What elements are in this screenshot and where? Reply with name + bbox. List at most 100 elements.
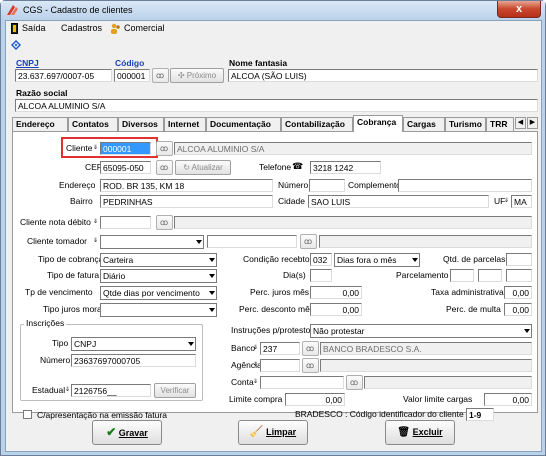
perc-juros-label: Perc. juros mês — [250, 287, 310, 297]
check-icon: ✔ — [106, 425, 117, 439]
door-icon — [11, 23, 18, 34]
bairro-field[interactable]: PEDRINHAS — [100, 195, 273, 208]
tab-scroll-left-button[interactable]: ◀ — [515, 117, 526, 129]
limite-compra-field[interactable]: 0,00 — [285, 393, 345, 406]
search-agencia-button[interactable]: ꝏ — [302, 358, 319, 373]
chevron-down-icon — [524, 329, 530, 333]
razao-field[interactable]: ALCOA ALUMINIO S/A — [15, 99, 538, 112]
tomador-code-field[interactable] — [207, 235, 297, 248]
gravar-button[interactable]: ✔ Gravar — [92, 420, 162, 445]
telefone-label: Telefone — [259, 162, 292, 172]
excluir-label: Excluir — [412, 427, 443, 437]
tab-cargas[interactable]: Cargas — [403, 117, 445, 131]
tipo-juros-select[interactable] — [100, 303, 217, 317]
sort-icon: ⇓ — [504, 198, 510, 204]
close-button[interactable]: x — [497, 1, 541, 18]
app-logo-icon — [7, 5, 18, 15]
codigo-field[interactable]: 000001 — [114, 69, 150, 82]
apresentacao-checkbox[interactable] — [23, 410, 32, 419]
tab-scroll-right-button[interactable]: ▶ — [527, 117, 538, 129]
dias-field[interactable] — [310, 269, 332, 282]
fantasia-label: Nome fantasia — [229, 58, 288, 68]
tipo-fatura-select[interactable]: Diário — [100, 269, 217, 283]
valor-limite-field[interactable]: 0,00 — [484, 393, 532, 406]
sort-icon: ⇓ — [253, 345, 259, 351]
agencia-field[interactable] — [260, 359, 300, 372]
telefone-field[interactable]: 3218 1242 — [310, 161, 381, 174]
excluir-button[interactable]: 🗑 Excluir — [385, 420, 455, 445]
menu-comercial[interactable]: Comercial — [124, 23, 165, 33]
estadual-field[interactable]: 2126756__ — [71, 384, 151, 397]
banco-label: Banco — [231, 343, 256, 353]
search-conta-button[interactable]: ꝏ — [346, 375, 363, 390]
window-title: CGS - Cadastro de clientes — [23, 5, 133, 15]
instrucoes-select[interactable]: Não protestar — [310, 324, 532, 338]
search-tomador-button[interactable]: ꝏ — [300, 234, 317, 249]
bradesco-field[interactable]: 1-9 — [466, 408, 494, 421]
cnpj-label[interactable]: CNPJ — [16, 58, 39, 68]
endereco-field[interactable]: ROD. BR 135, KM 18 — [100, 179, 273, 192]
tab-documentacao[interactable]: Documentação — [206, 117, 281, 131]
chevron-down-icon — [188, 342, 194, 346]
tipo-cobranca-value: Carteira — [103, 255, 134, 265]
banco-code-field[interactable]: 237 — [260, 342, 300, 355]
condicao-code-field[interactable]: 032 — [310, 253, 332, 266]
parcelamento-field-1[interactable] — [450, 269, 474, 282]
tipo-cobranca-select[interactable]: Carteira — [100, 253, 217, 267]
verificar-button[interactable]: Verificar — [154, 383, 196, 398]
tab-internet[interactable]: Internet — [164, 117, 206, 131]
cnpj-field[interactable]: 23.637.697/0007-05 — [15, 69, 112, 82]
numero-field[interactable] — [309, 179, 345, 192]
uf-field[interactable]: MA — [511, 195, 532, 208]
taxa-adm-field[interactable]: 0,00 — [504, 286, 532, 299]
cidade-field[interactable]: SAO LUIS — [308, 195, 489, 208]
tab-contabilizacao[interactable]: Contabilização — [281, 117, 353, 131]
search-banco-button[interactable]: ꝏ — [302, 341, 319, 356]
chevron-down-icon — [209, 308, 215, 312]
plus-icon: ✣ — [177, 71, 187, 80]
tab-contatos[interactable]: Contatos — [68, 117, 118, 131]
client-area: Saída Cadastros Comercial CNPJ 23.637.69… — [5, 20, 542, 452]
search-codigo-button[interactable]: ꝏ — [152, 68, 169, 83]
proximo-label: Próximo — [186, 71, 217, 80]
search-cep-button[interactable]: ꝏ — [156, 160, 173, 175]
complemento-field[interactable] — [398, 179, 532, 192]
atualizar-button[interactable]: ↻ Atualizar — [175, 160, 231, 175]
menu-saida[interactable]: Saída — [22, 23, 46, 33]
perc-multa-field[interactable]: 0,00 — [504, 303, 532, 316]
proximo-button[interactable]: ✣ Próximo — [170, 68, 224, 83]
perc-juros-field[interactable]: 0,00 — [310, 286, 362, 299]
search-nota-debito-button[interactable]: ꝏ — [156, 215, 173, 230]
perc-desconto-field[interactable]: 0,00 — [310, 303, 362, 316]
tomador-tipo-select[interactable] — [100, 235, 204, 249]
sort-icon: ⇓ — [253, 379, 259, 385]
instrucoes-value: Não protestar — [313, 326, 365, 336]
condicao-label: Condição recebto — [243, 254, 310, 264]
condicao-select[interactable]: Dias fora o mês — [334, 253, 420, 267]
tab-cobranca[interactable]: Cobrança — [353, 115, 403, 132]
sort-icon: ⇓ — [253, 362, 259, 368]
tipo-insc-select[interactable]: CNPJ — [71, 337, 196, 351]
parcelamento-label: Parcelamento — [396, 270, 449, 280]
tp-vencimento-select[interactable]: Qtde dias por vencimento — [100, 286, 217, 300]
refresh-icon[interactable] — [11, 40, 21, 50]
tab-trr[interactable]: TRR — [486, 117, 514, 131]
parcelamento-field-3[interactable] — [506, 269, 532, 282]
tab-diversos[interactable]: Diversos — [118, 117, 164, 131]
sort-icon: ⇓ — [93, 219, 99, 225]
limpar-button[interactable]: 🧹 Limpar — [238, 420, 308, 445]
numero-insc-field[interactable]: 23637697000705 — [71, 354, 196, 367]
tipo-juros-label: Tipo juros mora — [43, 304, 102, 314]
conta-field[interactable] — [260, 376, 344, 389]
qtd-parcelas-field[interactable] — [506, 253, 532, 266]
tab-endereco[interactable]: Endereço — [12, 117, 68, 131]
tab-turismo[interactable]: Turismo — [445, 117, 486, 131]
cep-field[interactable]: 65095-050 — [100, 161, 151, 174]
conta-name-field — [364, 376, 532, 389]
parcelamento-field-2[interactable] — [478, 269, 502, 282]
fantasia-field[interactable]: ALCOA (SÃO LUIS) — [228, 69, 538, 82]
menu-cadastros[interactable]: Cadastros — [61, 23, 102, 33]
binoculars-icon: ꝏ — [156, 71, 165, 80]
search-cliente-button[interactable]: ꝏ — [156, 141, 173, 156]
nota-debito-field[interactable] — [100, 216, 151, 229]
